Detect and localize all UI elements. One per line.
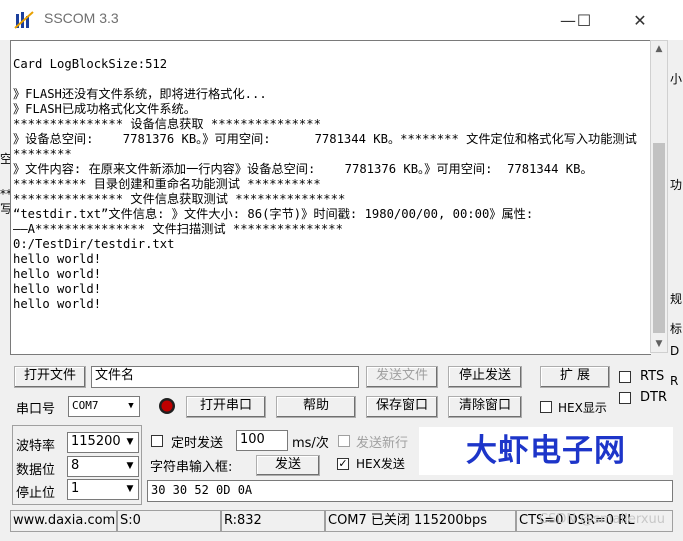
baud-select[interactable]: 115200 ▼ <box>67 432 139 453</box>
rts-label: RTS <box>640 369 665 384</box>
fragment-text: 标 <box>670 322 683 336</box>
background-window-fragment-left: ** <box>0 187 10 201</box>
stop-bits-label: 停止位 <box>16 486 56 501</box>
close-icon: ✕ <box>633 10 647 30</box>
sscom-window: SSCOM 3.3 — ☐ ✕ Card LogBlockSize:512 》F… <box>0 0 683 541</box>
maximize-button[interactable]: ☐ <box>561 0 607 40</box>
port-label: 串口号 <box>16 402 56 417</box>
csdn-watermark: CSDN @smallerxuu <box>539 512 665 527</box>
status-sent-count: S:0 <box>117 510 221 532</box>
chevron-down-icon: ▼ <box>126 461 134 471</box>
stop-bits-value: 1 <box>71 481 80 496</box>
clear-window-button[interactable]: 清除窗口 <box>448 396 522 418</box>
chevron-down-icon: ▼ <box>128 401 134 411</box>
baud-value: 115200 <box>71 434 121 449</box>
port-select[interactable]: COM7 ▼ <box>68 396 140 417</box>
help-button[interactable]: 帮助 <box>276 396 356 418</box>
port-status-indicator-icon <box>159 398 175 414</box>
fragment-text: D <box>670 344 680 358</box>
port-value: COM7 <box>72 399 99 412</box>
background-window-fragment-left: 写 <box>0 202 10 216</box>
open-file-button[interactable]: 打开文件 <box>14 366 86 388</box>
data-bits-value: 8 <box>71 458 80 473</box>
send-button[interactable]: 发送 <box>256 455 320 476</box>
timed-send-label: 定时发送 <box>171 436 224 451</box>
receive-output-text: Card LogBlockSize:512 》FLASH还没有文件系统，即将进行… <box>13 57 637 311</box>
save-window-button[interactable]: 保存窗口 <box>366 396 438 418</box>
maximize-icon: ☐ <box>576 10 592 30</box>
background-window-fragment-left: 空 <box>0 152 10 166</box>
fragment-text: 小 <box>670 72 683 86</box>
chevron-down-icon: ▼ <box>126 437 134 447</box>
scrollbar-thumb[interactable] <box>653 143 665 333</box>
timed-send-checkbox[interactable] <box>151 435 163 447</box>
status-port-state: COM7 已关闭 115200bps <box>325 510 516 532</box>
hex-display-label: HEX显示 <box>558 401 607 415</box>
open-port-button[interactable]: 打开串口 <box>186 396 266 418</box>
data-bits-label: 数据位 <box>16 463 56 478</box>
string-input-label: 字符串输入框: <box>150 460 233 475</box>
data-bits-select[interactable]: 8 ▼ <box>67 456 139 477</box>
receive-output-area[interactable]: Card LogBlockSize:512 》FLASH还没有文件系统，即将进行… <box>10 40 651 355</box>
stop-send-button[interactable]: 停止发送 <box>448 366 522 388</box>
fragment-text: R <box>670 374 679 388</box>
chevron-down-icon: ▼ <box>126 484 134 494</box>
daxia-brand-banner[interactable]: 大虾电子网 <box>419 427 673 475</box>
scroll-down-icon[interactable]: ▼ <box>651 336 667 352</box>
scroll-up-icon[interactable]: ▲ <box>651 41 667 57</box>
hex-send-checkbox[interactable]: ✓ <box>337 458 349 470</box>
baud-label: 波特率 <box>16 439 56 454</box>
send-newline-label: 发送新行 <box>356 436 409 451</box>
expand-button[interactable]: 扩 展 <box>540 366 610 388</box>
hex-send-label: HEX发送 <box>356 457 405 471</box>
fragment-text: 功 <box>670 178 683 192</box>
title-bar: SSCOM 3.3 — ☐ ✕ <box>0 0 683 40</box>
hex-display-checkbox[interactable] <box>540 401 552 413</box>
status-website[interactable]: www.daxia.com <box>10 510 117 532</box>
stop-bits-select[interactable]: 1 ▼ <box>67 479 139 500</box>
dtr-checkbox[interactable] <box>619 392 631 404</box>
send-string-field[interactable]: 30 30 52 0D 0A <box>147 480 673 502</box>
interval-unit-label: ms/次 <box>292 436 329 451</box>
fragment-text: 规 <box>670 292 683 306</box>
output-vertical-scrollbar[interactable]: ▲ ▼ <box>650 40 668 353</box>
send-interval-field[interactable]: 100 <box>236 430 288 451</box>
status-received-count: R:832 <box>221 510 325 532</box>
close-button[interactable]: ✕ <box>617 0 663 40</box>
rts-checkbox[interactable] <box>619 371 631 383</box>
dtr-label: DTR <box>640 390 667 405</box>
send-file-button[interactable]: 发送文件 <box>366 366 438 388</box>
send-newline-checkbox[interactable] <box>338 435 350 447</box>
sscom-app-icon <box>14 11 34 29</box>
window-title: SSCOM 3.3 <box>44 10 119 26</box>
filename-field[interactable]: 文件名 <box>91 366 359 388</box>
